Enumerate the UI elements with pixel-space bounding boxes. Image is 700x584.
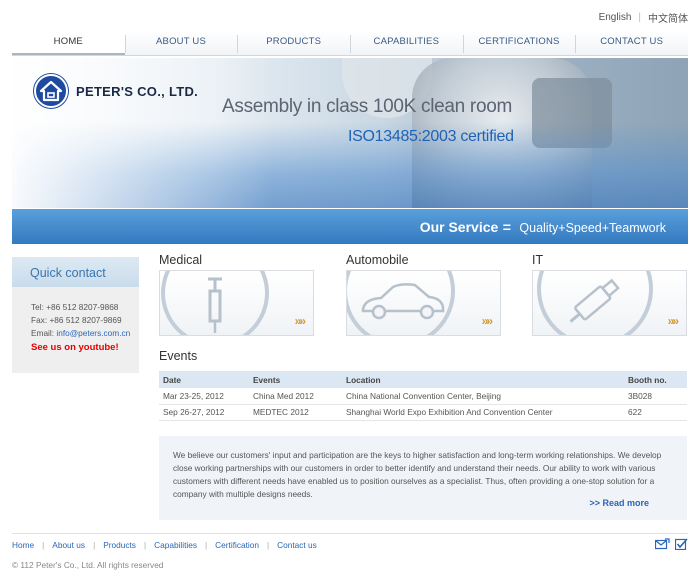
footer-separator: | — [266, 540, 270, 550]
language-switcher: English | 中文简体 — [599, 10, 688, 25]
footer-link-capabilities[interactable]: Capabilities — [154, 540, 197, 550]
about-panel: We believe our customers' input and part… — [159, 436, 687, 520]
col-booth: Booth no. — [624, 371, 687, 388]
category-it-arrow: »» — [667, 314, 679, 328]
table-row: Sep 26-27, 2012 MEDTEC 2012 Shanghai Wor… — [159, 404, 687, 421]
service-band: Our Service = Quality+Speed+Teamwork — [12, 209, 688, 244]
event-location: Shanghai World Expo Exhibition And Conve… — [342, 404, 624, 421]
service-equals: = — [502, 219, 511, 235]
footer-icons — [655, 538, 688, 550]
youtube-link[interactable]: See us on youtube! — [31, 341, 139, 354]
category-medical[interactable]: Medical »» — [159, 253, 314, 336]
email-share-icon[interactable] — [655, 538, 670, 550]
about-text: We believe our customers' input and part… — [173, 450, 662, 499]
nav-capabilities[interactable]: CAPABILITIES — [350, 30, 463, 55]
category-automobile[interactable]: Automobile »» — [346, 253, 501, 336]
col-location: Location — [342, 371, 624, 388]
category-medical-title: Medical — [159, 253, 203, 267]
read-more-link[interactable]: >> Read more — [589, 497, 649, 510]
quick-contact-title: Quick contact — [12, 257, 139, 287]
col-date: Date — [159, 371, 249, 388]
col-events: Events — [249, 371, 342, 388]
category-automobile-arrow: »» — [481, 314, 493, 328]
footer-separator: | — [205, 540, 208, 550]
events-table: Date Events Location Booth no. Mar 23-25… — [159, 371, 687, 421]
lang-chinese-link[interactable]: 中文简体 — [648, 10, 688, 25]
checkbox-icon[interactable] — [675, 538, 688, 550]
nav-about-us[interactable]: ABOUT US — [124, 30, 238, 55]
service-value: Quality+Speed+Teamwork — [519, 221, 666, 235]
contact-fax: Fax: +86 512 8207-9869 — [31, 315, 122, 326]
footer-separator: | — [42, 540, 45, 550]
table-row: Mar 23-25, 2012 China Med 2012 China Nat… — [159, 388, 687, 405]
company-name: PETER'S CO., LTD. — [76, 83, 199, 99]
category-automobile-card[interactable]: »» — [346, 270, 501, 336]
contact-tel: Tel: +86 512 8207-9868 — [31, 302, 119, 312]
category-it-title: IT — [532, 253, 544, 267]
footer-link-contact[interactable]: Contact us — [277, 540, 317, 550]
event-name: MEDTEC 2012 — [249, 404, 342, 421]
event-location: China National Convention Center, Beijin… — [342, 388, 624, 405]
nav-certifications[interactable]: CERTIFICATIONS — [462, 30, 576, 55]
footer-divider — [12, 533, 688, 534]
copyright: © 112 Peter's Co., Ltd. All rights reser… — [12, 560, 164, 570]
nav-home[interactable]: HOME — [12, 30, 125, 55]
service-label: Our Service — [419, 219, 499, 235]
usb-drive-icon — [537, 271, 653, 335]
events-heading: Events — [159, 349, 198, 363]
syringe-icon — [161, 271, 269, 335]
car-icon — [347, 271, 455, 335]
quick-contact-panel: Quick contact Tel: +86 512 8207-9868 Fax… — [12, 257, 139, 373]
hero-banner: PETER'S CO., LTD. Assembly in class 100K… — [12, 58, 688, 208]
main-nav: HOME ABOUT US PRODUCTS CAPABILITIES CERT… — [12, 30, 689, 56]
nav-products[interactable]: PRODUCTS — [237, 30, 351, 55]
banner-subheadline: ISO13485:2003 certified — [348, 128, 514, 145]
category-it[interactable]: IT »» — [532, 253, 687, 336]
event-date: Sep 26-27, 2012 — [159, 404, 249, 421]
footer-nav: Home | About us | Products | Capabilitie… — [12, 540, 317, 550]
footer-link-certification[interactable]: Certification — [215, 540, 259, 550]
banner-headline: Assembly in class 100K clean room — [222, 96, 513, 117]
footer-separator: | — [93, 540, 96, 550]
contact-email-label: Email: — [31, 328, 57, 339]
lang-english-link[interactable]: English — [599, 12, 632, 23]
event-booth: 3B028 — [624, 388, 687, 405]
event-name: China Med 2012 — [249, 388, 342, 405]
event-date: Mar 23-25, 2012 — [159, 388, 249, 405]
category-it-card[interactable]: »» — [532, 270, 687, 336]
footer-separator: | — [143, 540, 147, 550]
contact-email-row: Email: info@peters.com.cn — [31, 327, 139, 340]
house-logo-icon — [34, 74, 68, 108]
nav-contact-us[interactable]: CONTACT US — [575, 30, 689, 55]
contact-email-link[interactable]: info@peters.com.cn — [56, 328, 130, 338]
event-booth: 622 — [624, 404, 687, 421]
footer-link-about[interactable]: About us — [52, 540, 85, 550]
category-medical-card[interactable]: »» — [159, 270, 314, 336]
footer-link-products[interactable]: Products — [103, 540, 136, 550]
lang-separator: | — [638, 12, 641, 23]
category-medical-arrow: »» — [294, 314, 306, 328]
footer-link-home[interactable]: Home — [12, 540, 34, 550]
company-logo[interactable]: PETER'S CO., LTD. — [34, 74, 198, 108]
events-header-row: Date Events Location Booth no. — [159, 371, 687, 388]
category-automobile-title: Automobile — [346, 253, 409, 267]
